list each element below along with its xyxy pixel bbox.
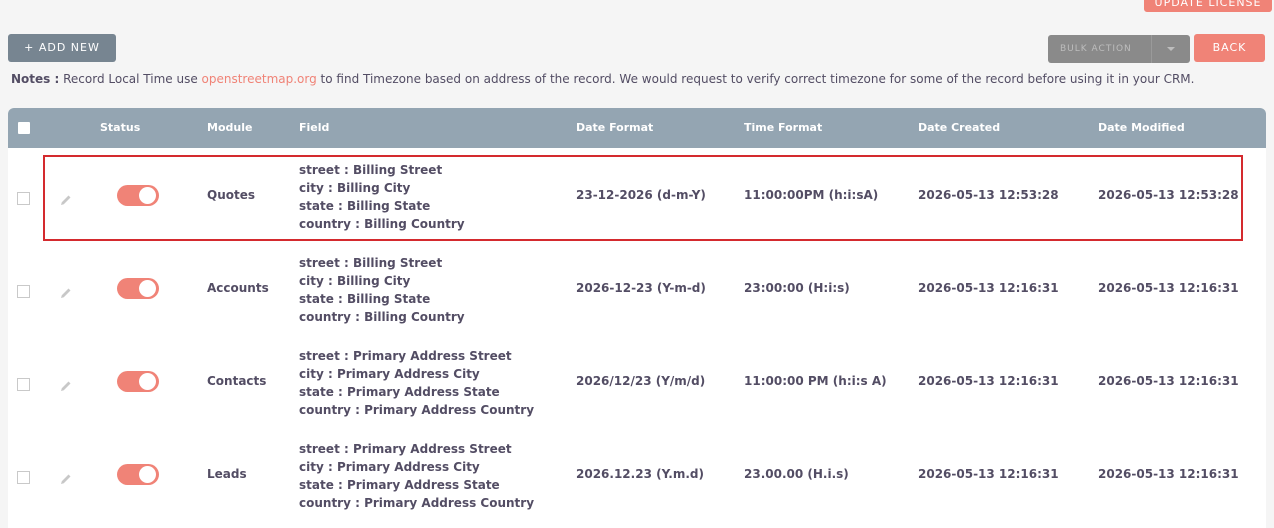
date-format: 2026/12/23 (Y/m/d) [576,374,706,388]
date-modified: 2026-05-13 12:53:28 [1098,188,1239,202]
column-header-status[interactable]: Status [100,108,140,148]
field-street: street : Billing Street [299,256,443,270]
field-list: street : Primary Address Street city : P… [299,440,534,512]
table-header: Status Module Field Date Format Time For… [8,108,1266,148]
field-street: street : Primary Address Street [299,442,512,456]
field-country: country : Primary Address Country [299,496,535,510]
pencil-icon[interactable] [60,380,72,392]
date-created: 2026-05-13 12:16:31 [918,281,1059,295]
pencil-icon[interactable] [60,473,72,485]
date-modified: 2026-05-13 12:16:31 [1098,467,1239,481]
row-checkbox[interactable] [17,192,30,205]
status-toggle[interactable] [117,371,159,392]
table-row: Contacts street : Primary Address Street… [8,344,1266,437]
field-street: street : Billing Street [299,163,443,177]
column-header-date-format[interactable]: Date Format [576,108,653,148]
date-format: 23-12-2026 (d-m-Y) [576,188,706,202]
field-city: city : Primary Address City [299,367,480,381]
pencil-icon[interactable] [60,287,72,299]
timezone-table: Status Module Field Date Format Time For… [8,108,1266,528]
chevron-down-icon[interactable] [1151,35,1190,63]
add-new-button[interactable]: + ADD NEW [8,34,116,62]
table-row: Quotes street : Billing Street city : Bi… [8,158,1266,251]
toggle-knob [139,373,156,390]
openstreetmap-link[interactable]: openstreetmap.org [202,72,317,86]
field-city: city : Primary Address City [299,460,480,474]
time-format: 11:00:00 PM (h:i:s A) [744,374,887,388]
field-state: state : Primary Address State [299,385,500,399]
select-all-checkbox[interactable] [18,122,30,134]
field-country: country : Billing Country [299,310,465,324]
column-header-date-modified[interactable]: Date Modified [1098,108,1185,148]
update-license-button[interactable]: UPDATE LICENSE [1144,0,1272,12]
table-row: Leads street : Primary Address Street ci… [8,437,1266,528]
bulk-action-dropdown[interactable]: BULK ACTION [1048,35,1190,63]
status-toggle[interactable] [117,464,159,485]
notes-text: Notes : Record Local Time use openstreet… [11,72,1194,86]
time-format: 11:00:00PM (h:i:sA) [744,188,879,202]
field-list: street : Billing Street city : Billing C… [299,161,465,233]
toggle-knob [139,280,156,297]
field-list: street : Primary Address Street city : P… [299,347,534,419]
module-name: Leads [207,467,247,481]
status-toggle[interactable] [117,185,159,206]
module-name: Accounts [207,281,269,295]
time-format: 23:00:00 (H:i:s) [744,281,850,295]
notes-text-after: to find Timezone based on address of the… [316,72,1195,86]
row-checkbox[interactable] [17,285,30,298]
time-format: 23.00.00 (H.i.s) [744,467,849,481]
module-name: Contacts [207,374,267,388]
row-checkbox[interactable] [17,378,30,391]
date-created: 2026-05-13 12:16:31 [918,374,1059,388]
status-toggle[interactable] [117,278,159,299]
date-modified: 2026-05-13 12:16:31 [1098,374,1239,388]
field-list: street : Billing Street city : Billing C… [299,254,465,326]
column-header-date-created[interactable]: Date Created [918,108,1000,148]
pencil-icon[interactable] [60,194,72,206]
field-state: state : Billing State [299,292,431,306]
toggle-knob [139,187,156,204]
bulk-action-label: BULK ACTION [1060,44,1132,54]
field-country: country : Billing Country [299,217,465,231]
date-modified: 2026-05-13 12:16:31 [1098,281,1239,295]
notes-prefix: Notes : [11,72,60,86]
notes-text-before: Record Local Time use [59,72,202,86]
field-street: street : Primary Address Street [299,349,512,363]
date-created: 2026-05-13 12:16:31 [918,467,1059,481]
toggle-knob [139,466,156,483]
field-country: country : Primary Address Country [299,403,535,417]
column-header-field[interactable]: Field [299,108,329,148]
column-header-module[interactable]: Module [207,108,252,148]
column-header-time-format[interactable]: Time Format [744,108,822,148]
row-checkbox[interactable] [17,471,30,484]
date-created: 2026-05-13 12:53:28 [918,188,1059,202]
date-format: 2026-12-23 (Y-m-d) [576,281,706,295]
module-name: Quotes [207,188,256,202]
back-button[interactable]: BACK [1194,34,1265,62]
field-city: city : Billing City [299,181,411,195]
table-row: Accounts street : Billing Street city : … [8,251,1266,344]
field-state: state : Primary Address State [299,478,500,492]
date-format: 2026.12.23 (Y.m.d) [576,467,704,481]
field-city: city : Billing City [299,274,411,288]
field-state: state : Billing State [299,199,431,213]
